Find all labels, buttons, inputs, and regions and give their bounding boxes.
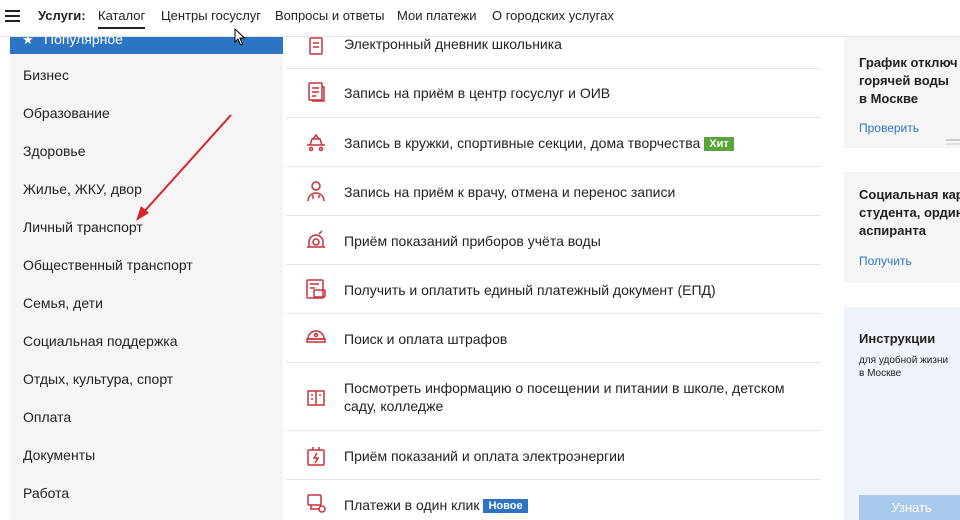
list-item[interactable]: Запись в кружки, спортивные секции, дома…	[286, 118, 821, 167]
list-item[interactable]: Приём показаний приборов учёта воды	[286, 216, 821, 265]
card-title-line: горячей воды	[859, 73, 949, 88]
nav-item-service-centers[interactable]: Центры госуслуг	[161, 8, 261, 23]
nav-item-about-services[interactable]: О городских услугах	[492, 8, 614, 23]
card-subtitle-line: для удобной жизни	[859, 355, 949, 366]
sidebar-item-business[interactable]: Бизнес	[23, 67, 69, 83]
nav-item-faq[interactable]: Вопросы и ответы	[275, 8, 384, 23]
sidebar-item-work[interactable]: Работа	[23, 485, 69, 501]
electricity-icon	[307, 447, 325, 466]
club-icon	[307, 133, 325, 152]
service-label: Электронный дневник школьника	[344, 36, 562, 52]
category-sidebar: ★ Популярное Бизнес Образование Здоровье…	[10, 37, 283, 520]
card-title-line: аспиранта	[859, 223, 926, 238]
social-card-promo[interactable]: Социальная кар студента, ордин аспиранта…	[844, 172, 960, 283]
sidebar-item-housing[interactable]: Жилье, ЖКУ, двор	[23, 181, 142, 197]
services-list: Электронный дневник школьника Запись на …	[286, 36, 821, 520]
nav-title: Услуги:	[38, 8, 86, 23]
service-label-text: Запись в кружки, спортивные секции, дома…	[344, 135, 701, 151]
sidebar-item-family[interactable]: Семья, дети	[23, 295, 103, 311]
service-label: Запись на приём в центр госуслуг и ОИВ	[344, 85, 611, 101]
service-label-text: Платежи в один клик	[344, 497, 480, 513]
sidebar-item-documents[interactable]: Документы	[23, 447, 95, 463]
list-item[interactable]: Электронный дневник школьника	[286, 36, 821, 69]
sidebar-item-personal-transport[interactable]: Личный транспорт	[23, 219, 143, 235]
sidebar-item-education[interactable]: Образование	[23, 105, 110, 121]
list-item[interactable]: Поиск и оплата штрафов	[286, 314, 821, 363]
hit-badge: Хит	[704, 137, 734, 151]
water-meter-icon	[307, 230, 325, 248]
sidebar-item-payment[interactable]: Оплата	[23, 409, 71, 425]
list-item[interactable]: Запись на приём к врачу, отмена и перено…	[286, 167, 821, 216]
card-title-line: График отключ	[859, 55, 958, 70]
check-link[interactable]: Проверить	[859, 121, 919, 135]
diary-icon	[309, 37, 323, 55]
instructions-card[interactable]: Инструкции для удобной жизни в Москве Уз…	[844, 307, 960, 520]
sidebar-item-social-support[interactable]: Социальная поддержка	[23, 333, 178, 349]
nav-item-catalog[interactable]: Каталог	[98, 8, 146, 29]
doctor-icon	[307, 181, 325, 202]
one-click-payment-icon	[307, 494, 326, 513]
service-label: Посмотреть информацию о посещении и пита…	[344, 380, 785, 414]
get-link[interactable]: Получить	[859, 254, 912, 268]
new-badge: Новое	[483, 499, 528, 513]
top-navigation: Услуги: Каталог Центры госуслуг Вопросы …	[0, 0, 960, 37]
card-title: Инструкции	[859, 331, 936, 346]
service-label: Платежи в один клик Новое	[344, 496, 814, 514]
card-title-line: студента, ордин	[859, 205, 960, 220]
sidebar-item-label: Популярное	[44, 37, 123, 47]
card-subtitle-line: в Москве	[859, 368, 902, 379]
list-item[interactable]: Платежи в один клик Новое	[286, 480, 821, 520]
list-item[interactable]: Приём показаний и оплата электроэнергии	[286, 431, 821, 480]
service-label: Приём показаний и оплата электроэнергии	[344, 448, 625, 464]
school-meal-icon	[307, 390, 325, 406]
card-title-line: Социальная кар	[859, 187, 960, 202]
nav-item-my-payments[interactable]: Мои платежи	[397, 8, 477, 23]
tap-icon	[946, 139, 960, 145]
menu-icon[interactable]	[5, 9, 20, 23]
star-icon: ★	[22, 37, 34, 47]
list-item[interactable]: Получить и оплатить единый платежный док…	[286, 265, 821, 314]
learn-button[interactable]: Узнать	[859, 495, 960, 520]
card-title-line: в Москве	[859, 91, 918, 106]
hot-water-card[interactable]: График отключ горячей воды в Москве Пров…	[844, 37, 960, 148]
list-item[interactable]: Посмотреть информацию о посещении и пита…	[286, 363, 821, 431]
service-label: Запись в кружки, спортивные секции, дома…	[344, 134, 814, 152]
sidebar-item-health[interactable]: Здоровье	[23, 143, 86, 159]
sidebar-item-public-transport[interactable]: Общественный транспорт	[23, 257, 193, 273]
document-icon	[308, 82, 325, 102]
service-label: Запись на приём к врачу, отмена и перено…	[344, 184, 676, 200]
police-cap-icon	[306, 330, 326, 343]
service-label: Поиск и оплата штрафов	[344, 331, 508, 347]
payment-document-icon	[306, 279, 326, 299]
service-label: Получить и оплатить единый платежный док…	[344, 282, 716, 298]
list-item[interactable]: Запись на приём в центр госуслуг и ОИВ	[286, 69, 821, 118]
mouse-cursor-icon	[234, 28, 246, 46]
service-label: Приём показаний приборов учёта воды	[344, 233, 601, 249]
sidebar-item-leisure[interactable]: Отдых, культура, спорт	[23, 371, 173, 387]
